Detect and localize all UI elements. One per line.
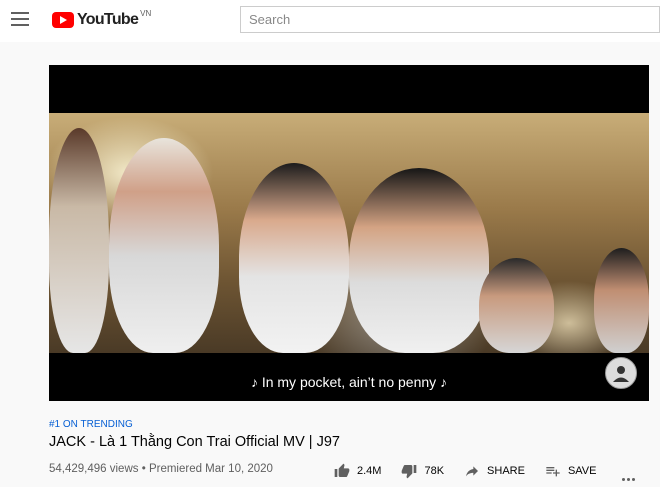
more-horizontal-icon[interactable]: [622, 468, 637, 486]
video-title: JACK - Là 1 Thằng Con Trai Official MV |…: [49, 434, 340, 450]
save-button[interactable]: SAVE: [545, 463, 597, 479]
like-button[interactable]: 2.4M: [334, 463, 381, 479]
search-input[interactable]: [240, 6, 660, 33]
person-figure: [594, 248, 649, 353]
share-arrow-icon: [466, 466, 479, 477]
youtube-logo[interactable]: YouTube VN: [52, 9, 151, 31]
hamburger-menu-icon[interactable]: [11, 12, 29, 28]
trending-badge[interactable]: #1 ON TRENDING: [49, 419, 133, 430]
logo-text: YouTube: [77, 11, 139, 28]
person-figure: [109, 138, 219, 353]
dislike-count: 78K: [424, 465, 445, 477]
playlist-add-icon: [546, 467, 560, 477]
person-figure: [49, 128, 109, 353]
person-figure: [349, 168, 489, 353]
premiere-date: • Premiered Mar 10, 2020: [141, 463, 273, 475]
view-count: 54,429,496 views: [49, 463, 139, 475]
video-frame: [49, 113, 649, 353]
person-figure: [479, 258, 554, 353]
video-subtitle: ♪ In my pocket, ain’t no penny ♪: [250, 374, 448, 390]
thumbs-down-icon: [402, 465, 417, 479]
person-avatar-icon: [613, 366, 629, 382]
save-label: SAVE: [567, 465, 597, 477]
video-actions: 2.4M 78K SHARE SAVE: [334, 461, 596, 481]
video-player[interactable]: ♪ In my pocket, ain’t no penny ♪: [49, 65, 649, 401]
channel-watermark-avatar[interactable]: [605, 357, 637, 389]
top-bar: YouTube VN: [0, 0, 660, 42]
share-button[interactable]: SHARE: [464, 463, 525, 479]
share-label: SHARE: [487, 465, 525, 477]
thumbs-up-icon: [334, 463, 350, 477]
play-logo-icon: [52, 12, 74, 28]
video-meta: 54,429,496 views • Premiered Mar 10, 202…: [49, 463, 273, 475]
country-code: VN: [140, 9, 152, 18]
like-count: 2.4M: [357, 465, 382, 477]
person-figure: [239, 163, 349, 353]
dislike-button[interactable]: 78K: [401, 463, 444, 479]
